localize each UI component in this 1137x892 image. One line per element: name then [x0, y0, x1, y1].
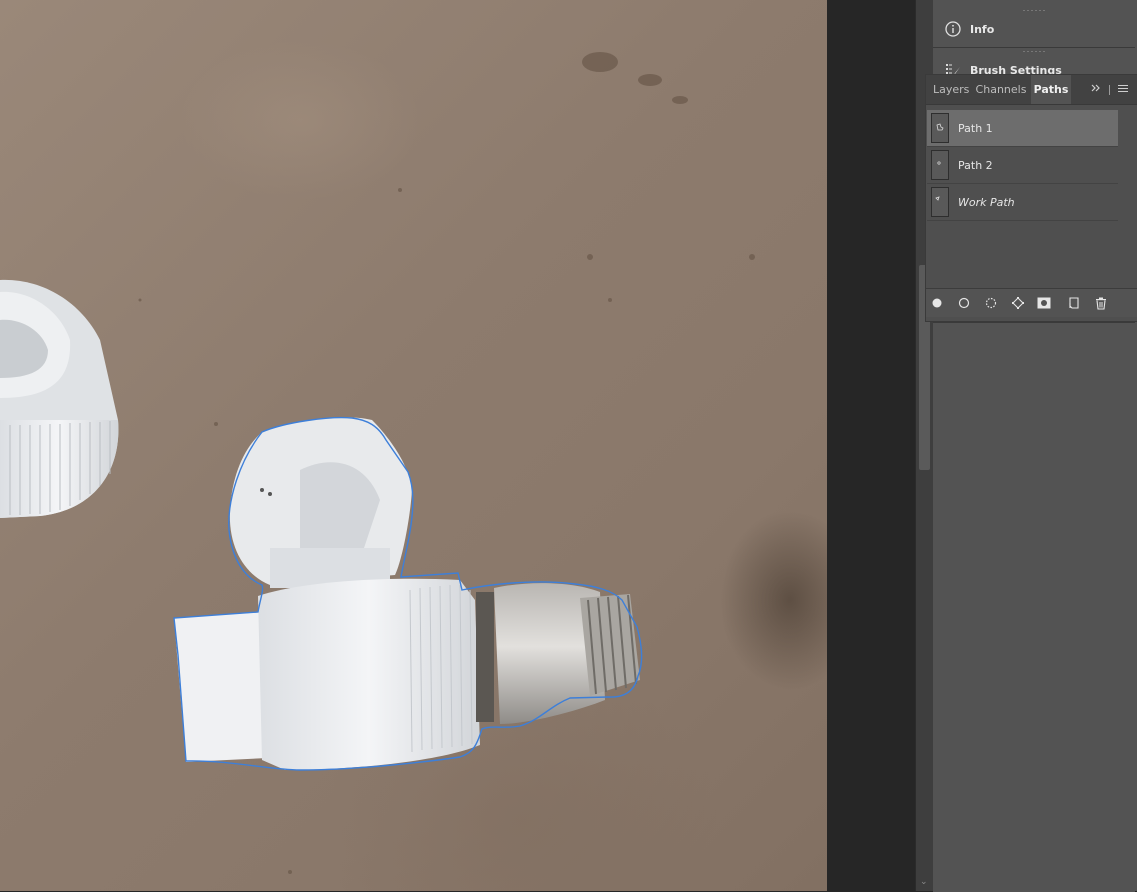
canvas-gutter [827, 0, 915, 891]
panel-menu-icon[interactable] [1118, 85, 1128, 93]
info-icon [945, 21, 961, 37]
panel-tab-bar: Layers Channels Paths [926, 75, 1137, 105]
document-canvas[interactable] [0, 0, 827, 891]
tab-channels[interactable]: Channels [975, 75, 1027, 104]
path-name[interactable]: Path 2 [958, 159, 993, 172]
brush-settings-panel-header[interactable]: Brush Settings [933, 52, 1135, 75]
paths-panel-footer [926, 288, 1137, 317]
path-list: Path 1 Path 2 Work Path [927, 110, 1118, 288]
canvas-image [0, 52, 755, 874]
load-as-selection-icon[interactable] [984, 296, 998, 310]
fill-path-icon[interactable] [930, 296, 944, 310]
scroll-down-icon[interactable]: ⌄ [920, 877, 928, 887]
new-path-icon[interactable] [1067, 296, 1081, 310]
path-row-path-2[interactable]: Path 2 [927, 147, 1118, 184]
tab-layers[interactable]: Layers [933, 75, 969, 104]
path-row-path-1[interactable]: Path 1 [927, 110, 1118, 147]
nut-fitting [0, 279, 119, 518]
stroke-path-icon[interactable] [957, 296, 971, 310]
path-thumbnail [931, 187, 949, 217]
delete-path-icon[interactable] [1094, 296, 1108, 310]
add-mask-icon[interactable] [1037, 296, 1051, 310]
path-name[interactable]: Path 1 [958, 122, 993, 135]
tab-paths[interactable]: Paths [1031, 75, 1071, 104]
path-row-work-path[interactable]: Work Path [927, 184, 1118, 221]
info-panel-label: Info [970, 22, 995, 36]
make-work-path-icon[interactable] [1011, 296, 1025, 310]
double-chevron-icon[interactable] [1090, 82, 1102, 97]
tab-separator [1109, 85, 1110, 95]
path-name[interactable]: Work Path [958, 196, 1015, 209]
path-thumbnail [931, 150, 949, 180]
info-panel-header[interactable]: Info [933, 11, 1135, 48]
empty-dock-area [933, 322, 1135, 892]
path-thumbnail [931, 113, 949, 143]
paths-panel: Layers Channels Paths Path 1 Path 2 Work… [925, 74, 1137, 322]
